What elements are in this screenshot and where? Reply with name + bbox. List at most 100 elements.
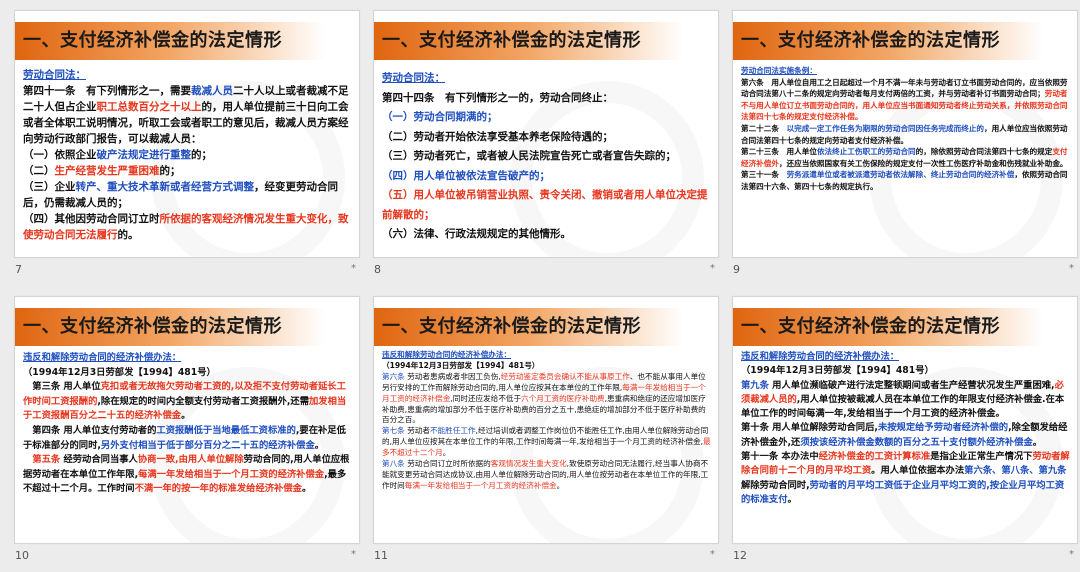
text-run: 的。 xyxy=(117,229,139,241)
text-run: 职工总数百分之十以上 xyxy=(96,101,202,113)
slide-subtitle: 劳动合同法： xyxy=(382,72,445,84)
star-icon[interactable]: * xyxy=(710,263,715,274)
slide-canvas[interactable]: 一、支付经济补偿金的法定情形 违反和解除劳动合同的经济补偿办法： （1994年1… xyxy=(14,296,360,544)
text-run: （四）用人单位被依法宣告破产的； xyxy=(382,169,550,182)
text-run: （二） xyxy=(23,165,55,177)
text-run: 是指企业正常生产情况下 xyxy=(930,451,1033,463)
slide-title: 一、支付经济补偿金的法定情形 xyxy=(23,316,282,337)
slide-subtitle: 劳动合同法： xyxy=(23,69,86,81)
text-run: 第三十一条 xyxy=(741,170,787,180)
text-run: （三）企业 xyxy=(23,181,76,193)
slide-paragraph: 第十条 用人单位解除劳动合同后,未按规定给予劳动者经济补偿的,除全额发给经济补偿… xyxy=(741,421,1071,450)
text-run: 第八条 xyxy=(382,459,405,469)
star-icon[interactable]: * xyxy=(351,549,356,560)
slide-paragraph: （1994年12月3日劳部发【1994】481号） xyxy=(382,361,712,372)
slide-subtitle: 违反和解除劳动合同的经济补偿办法： xyxy=(382,350,512,359)
slide-paragraph: 第二十三条 用人单位依法终止工伤职工的劳动合同的，除依照劳动合同法第四十七条的规… xyxy=(741,146,1071,169)
text-run: （1994年12月3日劳部发【1994】481号） xyxy=(741,365,934,377)
slide-subtitle: 违反和解除劳动合同的经济补偿办法： xyxy=(23,352,182,363)
slide-paragraph: （1994年12月3日劳部发【1994】481号） xyxy=(23,366,353,381)
text-run: 须按该经济补偿金数额的百分之五十支付额外经济补偿金 xyxy=(800,436,1033,448)
text-run: （一）劳动合同期满的； xyxy=(382,111,498,123)
slide-number: 10 xyxy=(15,549,29,562)
slide-paragraph: 第七条 劳动者不能胜任工作,经过培训或者调整工作岗位仍不能胜任工作,由用人单位解… xyxy=(382,426,712,459)
star-icon[interactable]: * xyxy=(351,263,356,274)
slide-canvas[interactable]: 一、支付经济补偿金的法定情形 违反和解除劳动合同的经济补偿办法： （1994年1… xyxy=(732,296,1078,544)
slide-number: 12 xyxy=(733,549,747,562)
slide-canvas[interactable]: 一、支付经济补偿金的法定情形 违反和解除劳动合同的经济补偿办法： （1994年1… xyxy=(373,296,719,544)
slide-paragraph: （五）用人单位被吊销营业执照、责令关闭、撤销或者用人单位决定提前解散的； xyxy=(382,186,712,225)
slide-body: 劳动合同法： 第四十一条 有下列情形之一，需要裁减人员二十人以上或者裁减不足二十… xyxy=(23,67,353,243)
text-run: 。 xyxy=(314,439,325,451)
text-run: 第二十二条 xyxy=(741,123,787,133)
text-run: 六个月工资的医疗补助费 xyxy=(521,393,605,403)
slide-paragraph: 第六条 劳动者患病或者非因工负伤,经劳动鉴定委员会确认不能从事原工作、也不能从事… xyxy=(382,372,712,427)
text-run: 生产经营发生严重困难 xyxy=(54,165,160,177)
slide-paragraph: 第四条 用人单位支付劳动者的工资报酬低于当地最低工资标准的,要在补足低于标准部分… xyxy=(23,424,353,453)
star-icon[interactable]: * xyxy=(710,549,715,560)
text-run: 第四十一条 有下列情形之一，需要 xyxy=(23,85,191,97)
text-run: 协商一致,由用人单位解除 xyxy=(137,454,244,466)
star-icon[interactable]: * xyxy=(1069,549,1074,560)
text-run: 未按规定给予劳动者经济补偿的 xyxy=(877,422,1009,434)
text-run: （五）用人单位被吊销营业执照、责令关闭、撤销或者用人单位决定提前解散的； xyxy=(382,189,708,221)
text-run: 客观情况发生重大变化 xyxy=(490,459,567,469)
star-icon[interactable]: * xyxy=(1069,263,1074,274)
slide-title: 一、支付经济补偿金的法定情形 xyxy=(741,30,1000,51)
text-run: 第七条 xyxy=(382,426,405,436)
text-run: 解除劳动合同时, xyxy=(741,479,810,491)
slide-paragraph: （四）用人单位被依法宣告破产的； xyxy=(382,167,712,187)
slide-thumbnail-8[interactable]: 一、支付经济补偿金的法定情形 劳动合同法： 第四十四条 有下列情形之一的，劳动合… xyxy=(373,10,719,286)
text-run: 。 xyxy=(181,410,191,422)
text-run: 的； xyxy=(159,165,181,177)
slide-thumbnail-9[interactable]: 一、支付经济补偿金的法定情形 劳动合同法实施条例： 第六条 用人单位自用工之日起… xyxy=(732,10,1078,286)
slide-number: 7 xyxy=(15,263,22,276)
text-run: 劳动合同订立时所依据的 xyxy=(404,459,491,469)
slide-paragraph: 第二十二条 以完成一定工作任务为期限的劳动合同因任务完成而终止的，用人单位应当依… xyxy=(741,123,1071,146)
text-run: 第四条 用人单位支付劳动者的 xyxy=(23,424,157,436)
text-run: （1994年12月3日劳部发【1994】481号） xyxy=(382,360,540,370)
text-run: 转产、重大技术革新或者经营方式调整 xyxy=(75,181,255,193)
slide-title: 一、支付经济补偿金的法定情形 xyxy=(382,30,641,51)
slide-thumbnail-7[interactable]: 一、支付经济补偿金的法定情形 劳动合同法： 第四十一条 有下列情形之一，需要裁减… xyxy=(14,10,360,286)
slide-canvas[interactable]: 一、支付经济补偿金的法定情形 劳动合同法： 第四十四条 有下列情形之一的，劳动合… xyxy=(373,10,719,258)
slide-canvas[interactable]: 一、支付经济补偿金的法定情形 劳动合同法实施条例： 第六条 用人单位自用工之日起… xyxy=(732,10,1078,258)
text-run: 用人单位濒临破产进行法定整顿期间或者生产经营状况发生严重困难, xyxy=(768,379,1055,391)
slide-canvas[interactable]: 一、支付经济补偿金的法定情形 劳动合同法： 第四十一条 有下列情形之一，需要裁减… xyxy=(14,10,360,258)
text-run: 另外支付相当于低于部分百分之二十五的经济补偿金 xyxy=(100,439,315,451)
text-run: 。 xyxy=(442,448,451,458)
slide-number: 9 xyxy=(733,263,740,276)
text-run: 第十一条 本办法中 xyxy=(741,451,819,463)
slide-paragraph: （六）法律、行政法规规定的其他情形。 xyxy=(382,225,712,245)
text-run: 的，除依照劳动合同法第四十七条的规定 xyxy=(915,147,1053,157)
slide-body: 劳动合同法： 第四十四条 有下列情形之一的，劳动合同终止： （一）劳动合同期满的；… xyxy=(382,69,712,245)
text-run: 以完成一定工作任务为期限的劳动合同因任务完成而终止的 xyxy=(786,123,984,133)
slide-thumbnail-11[interactable]: 一、支付经济补偿金的法定情形 违反和解除劳动合同的经济补偿办法： （1994年1… xyxy=(373,296,719,572)
slide-title: 一、支付经济补偿金的法定情形 xyxy=(741,316,1000,337)
slide-paragraph: 第八条 劳动合同订立时所依据的客观情况发生重大变化,致使原劳动合同无法履行,经当… xyxy=(382,459,712,492)
text-run: 。 xyxy=(301,483,312,495)
text-run: 。 xyxy=(787,493,797,505)
text-run: 每满一年发给相当于一个月工资的经济补偿金 xyxy=(138,468,325,480)
slide-paragraph: （一）依照企业破产法规定进行重整的； xyxy=(23,147,353,163)
slide-paragraph: （二）生产经营发生严重困难的； xyxy=(23,163,353,179)
slide-paragraph: 第四十四条 有下列情形之一的，劳动合同终止： xyxy=(382,89,712,109)
text-run: 裁减人员 xyxy=(191,85,233,97)
text-run: 第六条 xyxy=(382,371,405,381)
text-run: 不能胜任工作 xyxy=(429,426,476,436)
slide-thumbnail-10[interactable]: 一、支付经济补偿金的法定情形 违反和解除劳动合同的经济补偿办法： （1994年1… xyxy=(14,296,360,572)
text-run: （二）劳动者开始依法享受基本养老保险待遇的； xyxy=(382,130,613,143)
slide-thumbnail-12[interactable]: 一、支付经济补偿金的法定情形 违反和解除劳动合同的经济补偿办法： （1994年1… xyxy=(732,296,1078,572)
slide-paragraph: （一）劳动合同期满的； xyxy=(382,108,712,128)
slide-subtitle: 违反和解除劳动合同的经济补偿办法： xyxy=(741,351,900,362)
text-run: 第六条 用人单位自用工之日起超过一个月不满一年未与劳动者订立书面劳动合同的，应当… xyxy=(741,77,1068,99)
text-run: 第六条、第八条、第九条 xyxy=(964,465,1067,477)
slide-paragraph: 第五条 经劳动合同当事人协商一致,由用人单位解除劳动合同的,用人单位应根据劳动者… xyxy=(23,453,353,497)
text-run: 经劳动鉴定委员会确认不能从事原工作 xyxy=(500,371,630,381)
slide-paragraph: （四）其他因劳动合同订立时所依据的客观经济情况发生重大变化，致使劳动合同无法履行… xyxy=(23,211,353,243)
text-run: 第九条 xyxy=(741,379,769,391)
text-run: 劳动者 xyxy=(404,426,430,436)
slide-paragraph: （1994年12月3日劳部发【1994】481号） xyxy=(741,364,1071,378)
text-run: ,除在规定的时间内全额支付劳动者工资报酬外,还需 xyxy=(97,395,309,407)
slide-body: 违反和解除劳动合同的经济补偿办法： （1994年12月3日劳部发【1994】48… xyxy=(23,351,353,497)
